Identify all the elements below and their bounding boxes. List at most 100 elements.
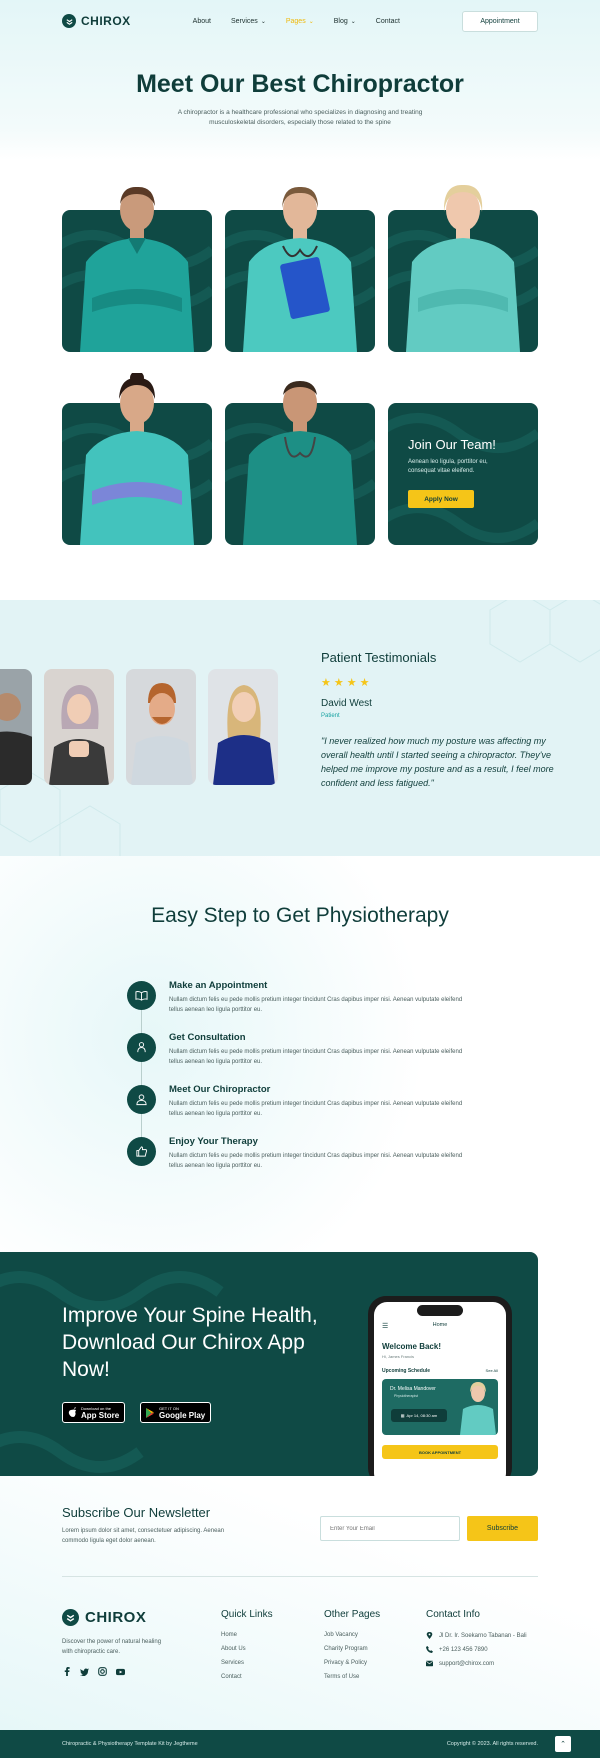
footer-link-terms[interactable]: Terms of Use	[324, 1674, 359, 1680]
book-icon	[127, 981, 156, 1010]
contact-info-title: Contact Info	[426, 1609, 480, 1620]
phone-doctor-specialty: Physiotherapist	[394, 1394, 418, 1398]
subscribe-button[interactable]: Subscribe	[467, 1516, 538, 1541]
phone-book-button: BOOK APPOINTMENT	[382, 1445, 498, 1459]
menu-item-about[interactable]: About	[183, 18, 221, 25]
contact-email[interactable]: support@chirox.com	[426, 1660, 494, 1667]
youtube-icon[interactable]	[116, 1667, 125, 1676]
phone-schedule-card: Dr. Melisa Mandover Physiotherapist ▦ Apr…	[382, 1379, 498, 1435]
footer-link-services[interactable]: Services	[221, 1660, 244, 1666]
phone-time: Apr 14, 08:30 am	[406, 1413, 438, 1418]
chevron-down-icon: ⌄	[350, 18, 356, 25]
app-store-label: Download on the App Store	[81, 1406, 119, 1420]
quick-links-title: Quick Links	[221, 1609, 273, 1620]
app-store-button[interactable]: Download on the App Store	[62, 1402, 126, 1423]
copyright-bar: Chiropractic & Physiotherapy Template Ki…	[0, 1730, 600, 1758]
logo-text: CHIROX	[81, 14, 131, 28]
phone-mockup: ☰ Home Welcome Back! Hi, James Francis U…	[368, 1296, 512, 1476]
phone-see-all: See All	[485, 1368, 498, 1373]
team-card[interactable]	[225, 186, 375, 352]
copyright-left: Chiropractic & Physiotherapy Template Ki…	[62, 1741, 198, 1747]
mail-icon	[426, 1660, 433, 1667]
steps-connector	[141, 995, 142, 1145]
phone-home-title: Home	[432, 1322, 448, 1328]
facebook-icon[interactable]	[62, 1667, 71, 1676]
testimonial-role: Patient	[321, 713, 340, 719]
phone-icon	[426, 1646, 433, 1653]
contact-phone-text: +26 123 456 7890	[439, 1646, 488, 1653]
footer-link-contact[interactable]: Contact	[221, 1674, 242, 1680]
twitter-icon[interactable]	[80, 1667, 89, 1676]
phone-notch	[417, 1305, 463, 1316]
menu-item-contact[interactable]: Contact	[366, 18, 410, 25]
menu-label: Contact	[375, 17, 400, 25]
chevron-down-icon: ⌄	[308, 18, 314, 25]
phone-screen: ☰ Home Welcome Back! Hi, James Francis U…	[374, 1302, 506, 1476]
footer-link-charity[interactable]: Charity Program	[324, 1646, 368, 1652]
patient-photo[interactable]	[44, 669, 114, 785]
appointment-button[interactable]: Appointment	[462, 10, 538, 32]
instagram-icon[interactable]	[98, 1667, 107, 1676]
contact-address-text: Jl Dr. Ir. Soekarno Tabanan - Bali	[439, 1632, 527, 1639]
join-text: Aenean leo ligula, porttitor eu, consequ…	[408, 459, 488, 474]
patient-photo[interactable]	[0, 669, 32, 785]
page-title: Meet Our Best Chiropractor	[136, 70, 464, 98]
main-menu: About Services ⌄ Pages ⌄ Blog ⌄ Contact	[183, 18, 410, 25]
contact-email-text: support@chirox.com	[439, 1660, 495, 1667]
phone-upcoming: Upcoming Schedule	[382, 1368, 431, 1374]
apply-now-button[interactable]: Apply Now	[408, 490, 474, 508]
chevron-up-icon[interactable]: ⌃	[555, 1736, 571, 1752]
google-play-icon	[146, 1407, 155, 1418]
store-big-text: App Store	[81, 1410, 120, 1420]
footer-description: Discover the power of natural healing wi…	[62, 1639, 162, 1655]
footer-link-privacy[interactable]: Privacy & Policy	[324, 1660, 367, 1666]
menu-item-pages[interactable]: Pages ⌄	[276, 18, 324, 25]
doctor-photo	[243, 186, 357, 352]
menu-item-blog[interactable]: Blog ⌄	[324, 18, 366, 25]
footer-link-about[interactable]: About Us	[221, 1646, 246, 1652]
contact-phone[interactable]: +26 123 456 7890	[426, 1646, 488, 1653]
phone-doctor-name: Dr. Melisa Mandover	[390, 1386, 436, 1392]
app-title: Improve Your Spine Health, Download Our …	[62, 1304, 318, 1381]
patient-photo[interactable]	[126, 669, 196, 785]
menu-label: About	[192, 17, 211, 25]
doctor-photo	[406, 184, 520, 352]
team-card[interactable]	[388, 184, 538, 352]
menu-item-services[interactable]: Services ⌄	[221, 18, 276, 25]
contact-address: Jl Dr. Ir. Soekarno Tabanan - Bali	[426, 1632, 527, 1639]
other-pages-title: Other Pages	[324, 1609, 381, 1620]
doctor-icon	[127, 1085, 156, 1114]
step-title: Get Consultation	[169, 1032, 246, 1043]
store-big-text: Google Play	[159, 1410, 206, 1420]
footer-link-jobs[interactable]: Job Vacancy	[324, 1632, 358, 1638]
logo[interactable]: CHIROX	[62, 14, 131, 28]
chevron-down-icon: ⌄	[260, 18, 266, 25]
footer-link-home[interactable]: Home	[221, 1632, 237, 1638]
menu-label: Services	[230, 17, 258, 25]
map-pin-icon	[426, 1632, 433, 1639]
phone-welcome: Welcome Back!	[382, 1342, 441, 1351]
steps-title: Easy Step to Get Physiotherapy	[151, 904, 449, 927]
email-input[interactable]	[320, 1516, 460, 1541]
step-title: Meet Our Chiropractor	[169, 1084, 271, 1095]
testimonials-title: Patient Testimonials	[321, 650, 437, 665]
footer-divider	[62, 1576, 538, 1577]
google-play-button[interactable]: GET IT ON Google Play	[140, 1402, 212, 1423]
team-card[interactable]	[225, 381, 375, 545]
app-download-banner: Improve Your Spine Health, Download Our …	[0, 1252, 538, 1476]
logo-icon	[62, 1609, 79, 1626]
team-card[interactable]	[62, 373, 212, 545]
step-text: Nullam dictum felis eu pede mollis preti…	[169, 1049, 463, 1065]
footer-logo[interactable]: CHIROX	[62, 1609, 146, 1626]
rating-stars-icon: ★★★★	[321, 677, 373, 689]
thumbs-up-icon	[127, 1137, 156, 1166]
step-title: Make an Appointment	[169, 980, 268, 991]
team-card[interactable]	[62, 186, 212, 352]
copyright-right: Copyright © 2023. All rights reserved.	[446, 1741, 538, 1747]
testimonial-name: David West	[321, 698, 372, 709]
google-play-label: GET IT ON Google Play	[159, 1406, 205, 1420]
menu-label: Pages	[285, 17, 306, 25]
navbar: CHIROX About Services ⌄ Pages ⌄ Blog ⌄ Cont…	[62, 10, 538, 32]
calendar-icon: ▦	[400, 1413, 405, 1418]
patient-photo[interactable]	[208, 669, 278, 785]
